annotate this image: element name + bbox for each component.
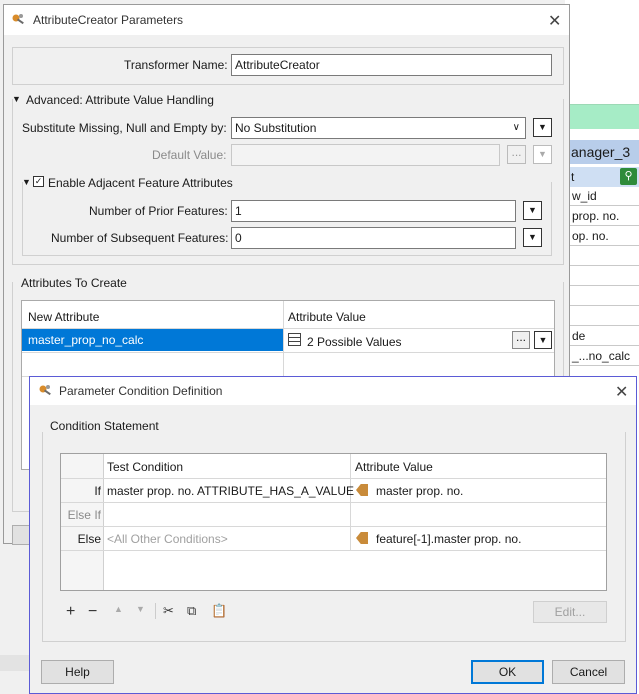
cut-icon[interactable]: ✂ <box>163 603 174 619</box>
value-ellipsis-button[interactable]: ... <box>512 331 530 349</box>
table-icon <box>288 333 301 346</box>
col-test-condition[interactable]: Test Condition <box>107 460 183 474</box>
default-value-label: Default Value: <box>152 148 227 162</box>
prior-features-menu-button[interactable]: ▼ <box>523 201 542 220</box>
col-attribute-value[interactable]: Attribute Value <box>288 310 366 324</box>
move-down-icon[interactable]: ▼ <box>136 604 145 614</box>
workspace-table-row[interactable]: op. no. <box>569 227 639 246</box>
attribute-value-icon <box>356 532 368 544</box>
default-value-ellipsis-button[interactable]: ... <box>507 145 526 164</box>
workspace-connection-bar <box>569 104 639 129</box>
enable-adjacent-checkbox[interactable]: ✓ <box>33 176 44 187</box>
adjacent-features-label: Enable Adjacent Feature Attributes <box>48 176 233 190</box>
attribute-value-icon <box>356 484 368 496</box>
ok-button[interactable]: OK <box>471 660 544 684</box>
value-menu-button[interactable]: ▼ <box>534 331 552 349</box>
col-new-attribute[interactable]: New Attribute <box>28 310 99 324</box>
row-label-if: If <box>94 484 101 498</box>
background-panel-fragment <box>0 655 29 671</box>
condition-table: Test Condition Attribute Value If master… <box>60 453 607 591</box>
workspace-table-row[interactable] <box>569 267 639 286</box>
header-divider <box>61 478 606 479</box>
default-value-input[interactable] <box>231 144 500 166</box>
parameter-condition-dialog: Parameter Condition Definition ✕ Conditi… <box>29 376 637 694</box>
row-label-else: Else <box>77 532 101 546</box>
row-divider <box>61 550 606 551</box>
else-condition-cell[interactable]: <All Other Conditions> <box>107 532 228 546</box>
workspace-table-row[interactable] <box>569 247 639 266</box>
dialog-title-bar[interactable]: Parameter Condition Definition ✕ <box>30 377 636 405</box>
condition-statement-label: Condition Statement <box>50 419 159 433</box>
attribute-name-cell: master_prop_no_calc <box>28 333 144 347</box>
row-divider <box>61 502 606 503</box>
subsequent-features-input[interactable]: 0 <box>231 227 516 249</box>
remove-icon[interactable]: − <box>88 603 97 621</box>
row-header-column <box>61 454 104 590</box>
chevron-down-icon: ∨ <box>512 122 520 133</box>
workspace-table-row[interactable] <box>569 287 639 306</box>
row-divider <box>61 526 606 527</box>
workspace-table-header[interactable]: anager_3 <box>569 140 639 164</box>
prior-features-input[interactable]: 1 <box>231 200 516 222</box>
workspace-table-row[interactable]: _...no_calc <box>569 347 639 366</box>
prior-features-label: Number of Prior Features: <box>89 204 228 218</box>
copy-icon[interactable]: ⧉ <box>187 603 196 619</box>
subsequent-features-menu-button[interactable]: ▼ <box>523 228 542 247</box>
workspace-table-row[interactable]: w_id <box>569 187 639 206</box>
fme-transformer-icon <box>10 12 26 28</box>
transformer-name-input[interactable]: AttributeCreator <box>231 54 552 76</box>
help-button[interactable]: Help <box>41 660 114 684</box>
workspace-table-row[interactable]: de <box>569 327 639 346</box>
toolbar-separator <box>155 603 156 619</box>
close-icon[interactable]: ✕ <box>615 382 628 402</box>
if-value-cell[interactable]: master prop. no. <box>376 484 463 498</box>
default-value-menu-button[interactable]: ▼ <box>533 145 552 164</box>
row-divider <box>22 352 554 353</box>
else-value-cell[interactable]: feature[-1].master prop. no. <box>376 532 521 546</box>
workspace-feature-table: anager_3 t ⚲ w_id prop. no. op. no. de _… <box>568 140 639 370</box>
row-label-else-if: Else If <box>67 508 101 522</box>
if-condition-cell[interactable]: master prop. no. ATTRIBUTE_HAS_A_VALUE <box>107 484 354 498</box>
edit-button[interactable]: Edit... <box>533 601 607 623</box>
close-icon[interactable]: ✕ <box>548 11 561 31</box>
col-attribute-value[interactable]: Attribute Value <box>355 460 433 474</box>
substitute-select-value: No Substitution <box>235 121 317 135</box>
collapse-triangle-icon[interactable]: ▼ <box>22 177 31 187</box>
search-icon[interactable]: ⚲ <box>620 168 637 185</box>
dialog-title: Parameter Condition Definition <box>59 384 223 398</box>
attribute-value-cell[interactable]: 2 Possible Values <box>307 335 402 349</box>
subsequent-features-label: Number of Subsequent Features: <box>51 231 229 245</box>
dialog-title-bar[interactable]: AttributeCreator Parameters ✕ <box>4 5 569 35</box>
workspace-table-row[interactable] <box>569 307 639 326</box>
fme-transformer-icon <box>37 383 53 399</box>
table-row-selected[interactable]: master_prop_no_calc <box>22 329 283 351</box>
transformer-name-label: Transformer Name: <box>124 58 228 72</box>
workspace-table-row[interactable]: prop. no. <box>569 207 639 226</box>
substitute-menu-button[interactable]: ▼ <box>533 118 552 137</box>
cancel-button[interactable]: Cancel <box>552 660 625 684</box>
dialog-title: AttributeCreator Parameters <box>33 13 184 27</box>
substitute-label: Substitute Missing, Null and Empty by: <box>22 121 227 135</box>
move-up-icon[interactable]: ▲ <box>114 604 123 614</box>
substitute-select[interactable]: No Substitution ∨ <box>231 117 526 139</box>
paste-icon[interactable]: 📋 <box>211 603 227 619</box>
add-icon[interactable]: + <box>66 603 75 621</box>
